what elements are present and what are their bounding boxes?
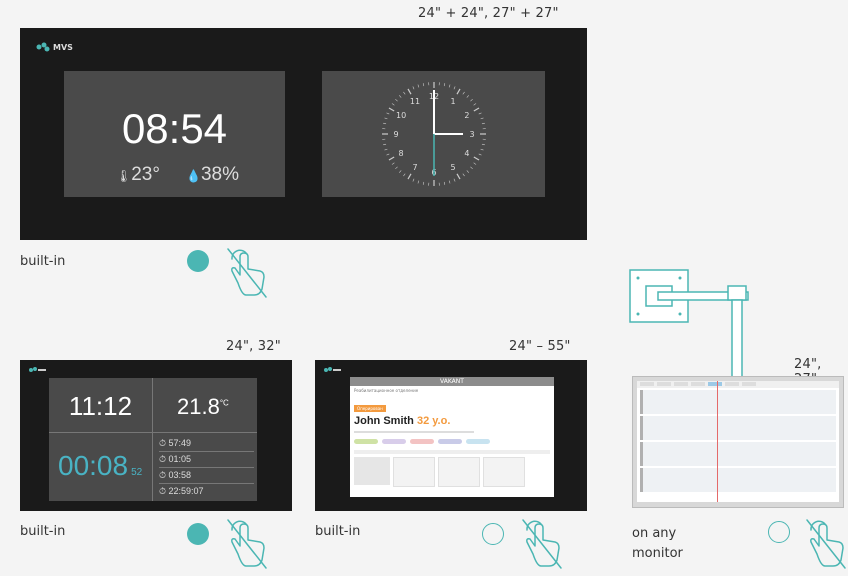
- droplet-icon: 💧: [186, 169, 201, 183]
- patient-name-row: John Smith 32 y.o.: [350, 414, 554, 428]
- clock-number: 9: [393, 130, 398, 139]
- logo-icon-small: [324, 367, 341, 372]
- patient-age: 32 y.o.: [416, 415, 451, 427]
- temperature-value: 21.8°C: [177, 394, 229, 419]
- touch-hand-icon-2: [227, 519, 267, 569]
- clock-number: 2: [464, 111, 469, 120]
- humidity-readout: 💧38%: [186, 164, 239, 186]
- lap-item: ⏱ 22:59:07: [159, 486, 204, 496]
- caption-1: built-in: [20, 254, 66, 269]
- clock-number: 5: [450, 163, 455, 172]
- touch-disabled-indicator-4: [768, 521, 790, 543]
- clock-number: 4: [464, 149, 469, 158]
- mvs-logo: MVS: [36, 42, 73, 52]
- clock-number: 10: [396, 111, 406, 120]
- digital-clock-panel: 08:54 🌡23° 💧38%: [64, 71, 285, 197]
- temperature-readout: 🌡23°: [116, 164, 160, 186]
- lap-item: ⏱ 57:49: [159, 436, 254, 452]
- analog-clock-panel: 121234567891011: [322, 71, 545, 197]
- clock-number: 1: [450, 97, 455, 106]
- caption-4: on any monitor: [632, 524, 683, 564]
- staff-row: [354, 439, 550, 444]
- size-label-2: 24", 32": [226, 339, 281, 354]
- logo-icon: [36, 42, 50, 52]
- status-badge: Оперирован: [354, 405, 386, 412]
- monitor-screen: [637, 381, 839, 502]
- touch-enabled-indicator-2: [187, 523, 209, 545]
- monitor-frame: [632, 376, 844, 508]
- caption-line-2: monitor: [632, 546, 683, 561]
- lap-item: ⏱ 03:58: [159, 468, 254, 484]
- cards-row: [354, 457, 550, 487]
- logo-icon-small: [29, 367, 46, 372]
- caption-3: built-in: [315, 524, 361, 539]
- clock-number: 8: [399, 149, 404, 158]
- touch-hand-icon-3: [522, 519, 562, 569]
- lap-list: ⏱ 57:49 ⏱ 01:05 ⏱ 03:58 ⏱ 22:59:07: [159, 436, 254, 499]
- patient-name: John Smith: [354, 415, 414, 427]
- wall-mount-arm-icon: [629, 269, 749, 378]
- touch-disabled-indicator-3: [482, 523, 504, 545]
- touch-enabled-indicator-1: [187, 250, 209, 272]
- patient-screen: VAKANT Реабилитационное отделение Оперир…: [315, 360, 587, 511]
- clock-number: 7: [412, 163, 417, 172]
- analog-clock-face: 121234567891011: [382, 82, 486, 186]
- patient-card: VAKANT Реабилитационное отделение Оперир…: [350, 377, 554, 497]
- digital-time: 08:54: [121, 105, 228, 152]
- size-label-3: 24" – 55": [509, 339, 571, 354]
- clock-number: 11: [410, 97, 420, 106]
- clock-number: 3: [469, 130, 474, 139]
- stopwatch-panel: 11:12 21.8°C 00:08 52 ⏱ 57:49 ⏱ 01:05 ⏱ 0…: [49, 378, 257, 501]
- caption-2: built-in: [20, 524, 66, 539]
- humidity-value: 38%: [200, 164, 239, 185]
- stopwatch-screen: 11:12 21.8°C 00:08 52 ⏱ 57:49 ⏱ 01:05 ⏱ 0…: [20, 360, 292, 511]
- thermometer-icon: 🌡: [116, 169, 132, 183]
- caption-line-1: on any: [632, 526, 677, 541]
- stopwatch-main: 00:08 52: [58, 450, 143, 481]
- size-label-1: 24" + 24", 27" + 27": [418, 6, 559, 21]
- temperature-value: 23°: [131, 164, 160, 185]
- card-subheader: Реабилитационное отделение: [354, 388, 419, 393]
- touch-hand-icon-1: [227, 248, 267, 298]
- logo-text: MVS: [53, 42, 73, 52]
- dual-display-screen: MVS 08:54 🌡23° 💧38% 121234567891011: [20, 28, 587, 240]
- lap-item: ⏱ 01:05: [159, 452, 254, 468]
- touch-hand-icon-4: [806, 519, 846, 569]
- current-time: 11:12: [68, 391, 133, 421]
- card-header: VAKANT: [350, 377, 554, 386]
